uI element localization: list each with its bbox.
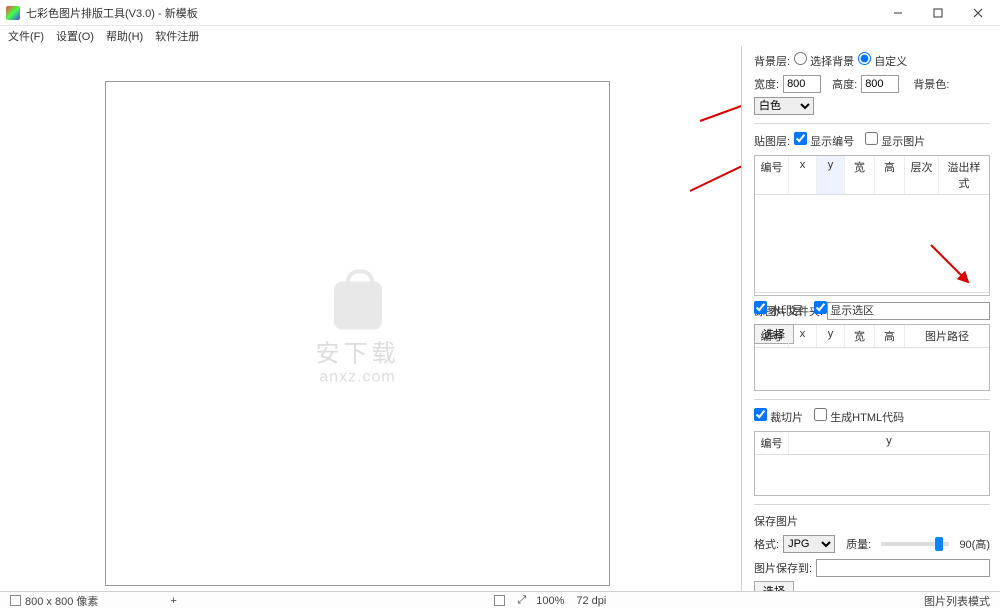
tile-layer-label: 贴图层: — [754, 133, 790, 149]
dims-icon — [10, 595, 21, 606]
zoom-fit-icon[interactable]: ⤢ — [517, 594, 526, 607]
minimize-button[interactable] — [878, 0, 918, 26]
cut-layer-checkbox[interactable]: 裁切片 — [754, 408, 803, 425]
watermark-text-2: anxz.com — [316, 368, 400, 386]
width-label: 宽度: — [754, 76, 779, 92]
col-y[interactable]: y — [817, 156, 845, 194]
menu-file[interactable]: 文件(F) — [8, 28, 44, 44]
browse-save-button[interactable]: 选择 — [754, 581, 794, 591]
watermark: 安下载 anxz.com — [316, 281, 400, 386]
format-label: 格式: — [754, 536, 779, 552]
menubar: 文件(F) 设置(O) 帮助(H) 软件注册 — [0, 26, 1000, 46]
watermark-text-1: 安下载 — [316, 333, 400, 368]
quality-value: 90(高) — [959, 536, 990, 552]
format-select[interactable]: JPG — [783, 535, 835, 553]
height-label: 高度: — [832, 76, 857, 92]
zoom-icon — [494, 595, 505, 606]
canvas-area: 安下载 anxz.com — [0, 46, 741, 591]
col-layer[interactable]: 层次 — [905, 156, 939, 194]
bgcolor-label: 背景色: — [913, 76, 949, 92]
maximize-button[interactable] — [918, 0, 958, 26]
tile-listbox[interactable]: 编号 x y 宽 高 层次 溢出样式 — [754, 155, 990, 296]
status-dims: 800 x 800 像素 — [25, 593, 98, 609]
col-x[interactable]: x — [789, 156, 817, 194]
lock-icon — [334, 281, 382, 329]
bg-radio-custom[interactable]: 自定义 — [858, 52, 907, 69]
bgcolor-select[interactable]: 白色 — [754, 97, 814, 115]
width-input[interactable] — [783, 75, 821, 93]
plus-icon[interactable]: + — [170, 595, 176, 607]
gen-html-checkbox[interactable]: 生成HTML代码 — [814, 408, 904, 425]
bg-radio-select[interactable]: 选择背景 — [794, 52, 854, 69]
col-number[interactable]: 编号 — [755, 156, 789, 194]
cut-listbox[interactable]: 编号 y — [754, 431, 990, 496]
menu-register[interactable]: 软件注册 — [155, 28, 199, 44]
titlebar: 七彩色图片排版工具(V3.0) - 新模板 — [0, 0, 1000, 26]
statusbar: 800 x 800 像素 + ⤢ 100% 72 dpi 图片列表模式 — [0, 591, 1000, 609]
menu-settings[interactable]: 设置(O) — [56, 28, 94, 44]
watermark-layer-checkbox[interactable]: 水印层 — [754, 301, 803, 318]
col-width[interactable]: 宽 — [845, 156, 875, 194]
quality-label: 质量: — [846, 536, 871, 552]
save-to-label: 图片保存到: — [754, 560, 812, 576]
status-zoom: 100% — [536, 595, 564, 607]
side-panel: 背景层: 选择背景 自定义 宽度: 高度: 背景色: 白色 贴图层: 显示编号 … — [742, 46, 1000, 591]
watermark-listbox[interactable]: 编号 x y 宽 高 图片路径 — [754, 324, 990, 391]
show-selection-checkbox[interactable]: 显示选区 — [814, 301, 874, 318]
app-icon — [6, 6, 20, 20]
bg-layer-label: 背景层: — [754, 53, 790, 69]
tile-show-image-checkbox[interactable]: 显示图片 — [865, 132, 925, 149]
status-dpi: 72 dpi — [576, 595, 606, 607]
tile-show-number-checkbox[interactable]: 显示编号 — [794, 132, 854, 149]
status-mode: 图片列表模式 — [924, 593, 990, 609]
col-overflow[interactable]: 溢出样式 — [939, 156, 989, 194]
col-height[interactable]: 高 — [875, 156, 905, 194]
height-input[interactable] — [861, 75, 899, 93]
menu-help[interactable]: 帮助(H) — [106, 28, 143, 44]
save-section-label: 保存图片 — [754, 513, 798, 529]
window-title: 七彩色图片排版工具(V3.0) - 新模板 — [26, 5, 878, 21]
save-to-input[interactable] — [816, 559, 990, 577]
canvas[interactable]: 安下载 anxz.com — [105, 81, 610, 586]
quality-slider[interactable] — [881, 542, 949, 546]
close-button[interactable] — [958, 0, 998, 26]
